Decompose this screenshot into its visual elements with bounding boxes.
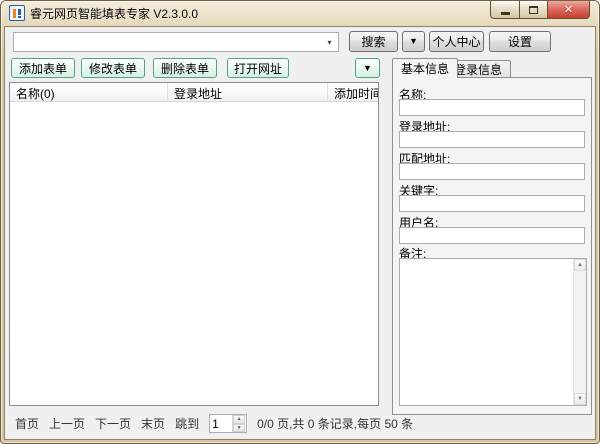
scroll-up-icon[interactable]: ▲ xyxy=(574,259,586,271)
app-icon xyxy=(9,5,25,21)
app-window: 睿元网页智能填表专家 V2.3.0.0 ✕ ▾ 搜索 ▼ 个人中心 设置 添加表… xyxy=(0,0,600,444)
form-list-header: 名称(0) 登录地址 添加时间 xyxy=(10,83,378,102)
combo-dropdown-button[interactable]: ▾ xyxy=(321,33,338,51)
app-icon-blue-bar xyxy=(18,9,21,15)
page-number-spinner[interactable]: ▲ ▼ xyxy=(209,414,247,433)
first-page-link[interactable]: 首页 xyxy=(15,415,39,432)
open-url-button[interactable]: 打开网址 xyxy=(227,58,289,78)
tab-basic-info[interactable]: 基本信息 xyxy=(392,58,458,78)
maximize-icon xyxy=(529,6,538,14)
delete-form-button[interactable]: 删除表单 xyxy=(153,58,217,78)
form-list: 名称(0) 登录地址 添加时间 xyxy=(9,82,379,406)
basic-info-panel: 名称: 登录地址: 匹配地址: 关键字: 用户名: 备注: ▲ ▼ xyxy=(392,77,592,415)
dropdown-icon: ▼ xyxy=(409,37,418,46)
dropdown-icon: ▼ xyxy=(363,64,372,73)
username-input[interactable] xyxy=(399,227,585,244)
spinner-up-icon[interactable]: ▲ xyxy=(233,415,245,424)
last-page-link[interactable]: 末页 xyxy=(141,415,165,432)
close-button[interactable]: ✕ xyxy=(548,1,590,19)
url-combobox[interactable]: ▾ xyxy=(13,32,339,52)
spinner-down-icon[interactable]: ▼ xyxy=(233,424,245,433)
url-input[interactable] xyxy=(14,33,321,51)
column-header-login-url[interactable]: 登录地址 xyxy=(168,83,328,101)
match-url-input[interactable] xyxy=(399,163,585,180)
keyword-input[interactable] xyxy=(399,195,585,212)
window-controls: ✕ xyxy=(490,1,590,19)
remarks-textarea[interactable]: ▲ ▼ xyxy=(399,258,587,406)
pager-bar: 首页 上一页 下一页 末页 跳到 ▲ ▼ 0/0 页,共 0 条记录,每页 50… xyxy=(15,414,413,433)
page-number-input[interactable] xyxy=(210,415,232,432)
client-area: ▾ 搜索 ▼ 个人中心 设置 添加表单 修改表单 删除表单 打开网址 ▼ 名称(… xyxy=(4,26,596,440)
personal-center-button[interactable]: 个人中心 xyxy=(429,31,484,52)
app-icon-orange-bar xyxy=(13,9,16,18)
column-header-add-time[interactable]: 添加时间 xyxy=(328,83,378,101)
remarks-text[interactable] xyxy=(400,259,573,405)
name-input[interactable] xyxy=(399,99,585,116)
modify-form-button[interactable]: 修改表单 xyxy=(81,58,145,78)
close-icon: ✕ xyxy=(564,3,573,16)
maximize-button[interactable] xyxy=(519,1,548,19)
record-summary: 0/0 页,共 0 条记录,每页 50 条 xyxy=(257,415,413,432)
form-more-button[interactable]: ▼ xyxy=(355,58,380,78)
minimize-icon xyxy=(501,12,510,15)
prev-page-link[interactable]: 上一页 xyxy=(49,415,85,432)
login-url-input[interactable] xyxy=(399,131,585,148)
chevron-down-icon: ▾ xyxy=(327,38,331,47)
minimize-button[interactable] xyxy=(490,1,519,19)
add-form-button[interactable]: 添加表单 xyxy=(11,58,75,78)
jump-to-label: 跳到 xyxy=(175,415,199,432)
remarks-scrollbar[interactable]: ▲ ▼ xyxy=(573,259,586,405)
app-icon-blue-dot xyxy=(18,16,21,18)
form-list-body[interactable] xyxy=(10,102,378,405)
search-button[interactable]: 搜索 xyxy=(349,31,398,52)
scroll-down-icon[interactable]: ▼ xyxy=(574,393,586,405)
next-page-link[interactable]: 下一页 xyxy=(95,415,131,432)
settings-button[interactable]: 设置 xyxy=(489,31,551,52)
spinner-buttons: ▲ ▼ xyxy=(232,415,245,432)
search-dropdown-button[interactable]: ▼ xyxy=(402,31,425,52)
window-title: 睿元网页智能填表专家 V2.3.0.0 xyxy=(30,5,198,22)
column-header-name[interactable]: 名称(0) xyxy=(10,83,168,101)
